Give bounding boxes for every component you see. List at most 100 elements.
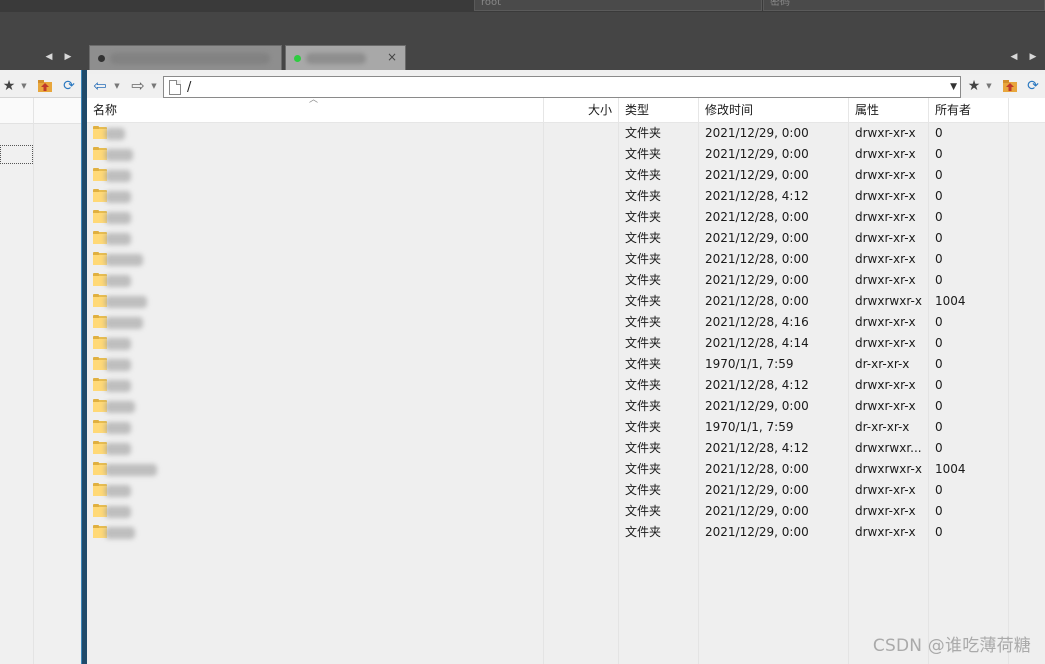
file-attributes: drwxrwxr-x bbox=[855, 294, 922, 308]
file-modified: 2021/12/28, 4:14 bbox=[705, 336, 809, 350]
file-row[interactable]: 文件夹 2021/12/29, 0:00 drwxr-xr-x 0 bbox=[87, 480, 1045, 501]
file-row[interactable]: 文件夹 2021/12/28, 0:00 drwxr-xr-x 0 bbox=[87, 249, 1045, 270]
file-owner: 0 bbox=[935, 189, 943, 203]
file-type: 文件夹 bbox=[625, 189, 662, 203]
file-row[interactable]: 文件夹 2021/12/28, 0:00 drwxr-xr-x 0 bbox=[87, 207, 1045, 228]
file-owner: 1004 bbox=[935, 294, 966, 308]
file-owner: 0 bbox=[935, 126, 943, 140]
file-row[interactable]: 文件夹 2021/12/28, 4:12 drwxr-xr-x 0 bbox=[87, 375, 1045, 396]
close-icon[interactable]: × bbox=[387, 50, 397, 64]
file-type: 文件夹 bbox=[625, 357, 662, 371]
file-attributes: drwxr-xr-x bbox=[855, 378, 916, 392]
file-row[interactable]: 文件夹 2021/12/28, 4:12 drwxr-xr-x 0 bbox=[87, 186, 1045, 207]
file-type: 文件夹 bbox=[625, 315, 662, 329]
star-icon[interactable]: ★ bbox=[1, 78, 17, 94]
column-header-owner[interactable]: 所有者 bbox=[929, 98, 1009, 123]
file-attributes: drwxr-xr-x bbox=[855, 126, 916, 140]
file-modified: 2021/12/29, 0:00 bbox=[705, 126, 809, 140]
file-type: 文件夹 bbox=[625, 483, 662, 497]
file-attributes: drwxr-xr-x bbox=[855, 483, 916, 497]
file-name-redacted bbox=[105, 359, 131, 371]
file-row[interactable]: 文件夹 2021/12/28, 0:00 drwxrwxr-x 1004 bbox=[87, 459, 1045, 480]
file-type: 文件夹 bbox=[625, 126, 662, 140]
file-row[interactable]: 文件夹 2021/12/29, 0:00 drwxr-xr-x 0 bbox=[87, 270, 1045, 291]
file-type: 文件夹 bbox=[625, 399, 662, 413]
file-owner: 0 bbox=[935, 336, 943, 350]
column-header-attributes[interactable]: 属性 bbox=[849, 98, 929, 123]
file-owner: 0 bbox=[935, 441, 943, 455]
file-modified: 2021/12/29, 0:00 bbox=[705, 231, 809, 245]
column-divider bbox=[33, 98, 34, 664]
folder-up-icon[interactable] bbox=[1002, 78, 1018, 94]
file-modified: 2021/12/29, 0:00 bbox=[705, 525, 809, 539]
chevron-down-icon[interactable]: ▼ bbox=[950, 82, 957, 92]
file-name-redacted bbox=[105, 275, 131, 287]
forward-arrow-icon[interactable]: ⇨ bbox=[130, 78, 146, 94]
file-attributes: drwxr-xr-x bbox=[855, 210, 916, 224]
file-row[interactable]: 文件夹 2021/12/29, 0:00 drwxr-xr-x 0 bbox=[87, 396, 1045, 417]
column-header-type[interactable]: 类型 bbox=[619, 98, 699, 123]
file-attributes: dr-xr-xr-x bbox=[855, 357, 910, 371]
file-name-redacted bbox=[105, 191, 131, 203]
file-attributes: drwxr-xr-x bbox=[855, 315, 916, 329]
file-name-redacted bbox=[105, 380, 131, 392]
column-header-name[interactable]: 名称 bbox=[87, 98, 544, 123]
file-type: 文件夹 bbox=[625, 252, 662, 266]
folder-up-icon[interactable] bbox=[37, 78, 53, 94]
file-modified: 2021/12/28, 0:00 bbox=[705, 294, 809, 308]
tab-scroll-right-icon[interactable]: ▶ bbox=[62, 51, 74, 63]
file-row[interactable]: 文件夹 1970/1/1, 7:59 dr-xr-xr-x 0 bbox=[87, 417, 1045, 438]
refresh-icon[interactable]: ⟳ bbox=[61, 78, 77, 94]
file-modified: 2021/12/29, 0:00 bbox=[705, 273, 809, 287]
file-name-redacted bbox=[105, 527, 135, 539]
file-list-header: ︿ 名称 大小 类型 修改时间 属性 所有者 bbox=[87, 95, 1045, 123]
file-modified: 2021/12/28, 4:16 bbox=[705, 315, 809, 329]
file-row[interactable]: 文件夹 2021/12/29, 0:00 drwxr-xr-x 0 bbox=[87, 501, 1045, 522]
column-header-modified[interactable]: 修改时间 bbox=[699, 98, 849, 123]
tab-scroll-left-icon[interactable]: ◀ bbox=[43, 51, 55, 63]
back-arrow-icon[interactable]: ⇦ bbox=[92, 78, 108, 94]
chevron-down-icon[interactable]: ▼ bbox=[150, 81, 158, 91]
file-row[interactable]: 文件夹 1970/1/1, 7:59 dr-xr-xr-x 0 bbox=[87, 354, 1045, 375]
file-owner: 0 bbox=[935, 315, 943, 329]
file-owner: 0 bbox=[935, 378, 943, 392]
file-attributes: drwxr-xr-x bbox=[855, 504, 916, 518]
chevron-down-icon[interactable]: ▼ bbox=[20, 81, 28, 91]
refresh-icon[interactable]: ⟳ bbox=[1025, 78, 1041, 94]
file-type: 文件夹 bbox=[625, 441, 662, 455]
file-row[interactable]: 文件夹 2021/12/29, 0:00 drwxr-xr-x 0 bbox=[87, 144, 1045, 165]
file-row[interactable]: 文件夹 2021/12/29, 0:00 drwxr-xr-x 0 bbox=[87, 522, 1045, 543]
file-modified: 2021/12/29, 0:00 bbox=[705, 483, 809, 497]
star-icon[interactable]: ★ bbox=[966, 78, 982, 94]
file-row[interactable]: 文件夹 2021/12/29, 0:00 drwxr-xr-x 0 bbox=[87, 228, 1045, 249]
tab-label-redacted bbox=[110, 53, 270, 64]
local-selected-item[interactable] bbox=[0, 145, 33, 164]
column-header-size[interactable]: 大小 bbox=[544, 98, 619, 123]
path-input[interactable]: / ▼ bbox=[163, 76, 961, 98]
chevron-down-icon[interactable]: ▼ bbox=[113, 81, 121, 91]
file-type: 文件夹 bbox=[625, 525, 662, 539]
file-modified: 2021/12/29, 0:00 bbox=[705, 504, 809, 518]
chevron-down-icon[interactable]: ▼ bbox=[985, 81, 993, 91]
file-row[interactable]: 文件夹 2021/12/28, 4:14 drwxr-xr-x 0 bbox=[87, 333, 1045, 354]
tab-scroll-right-icon[interactable]: ▶ bbox=[1027, 51, 1039, 63]
file-row[interactable]: 文件夹 2021/12/28, 4:16 drwxr-xr-x 0 bbox=[87, 312, 1045, 333]
file-row[interactable]: 文件夹 2021/12/29, 0:00 drwxr-xr-x 0 bbox=[87, 123, 1045, 144]
watermark: CSDN @谁吃薄荷糖 bbox=[872, 636, 1031, 656]
file-modified: 2021/12/28, 4:12 bbox=[705, 189, 809, 203]
file-row[interactable]: 文件夹 2021/12/28, 0:00 drwxrwxr-x 1004 bbox=[87, 291, 1045, 312]
tab-session-2[interactable]: × bbox=[285, 45, 406, 70]
file-name-redacted bbox=[105, 128, 125, 140]
file-owner: 0 bbox=[935, 420, 943, 434]
file-row[interactable]: 文件夹 2021/12/28, 4:12 drwxrwxr... 0 bbox=[87, 438, 1045, 459]
file-type: 文件夹 bbox=[625, 147, 662, 161]
file-owner: 0 bbox=[935, 168, 943, 182]
tab-session-1[interactable] bbox=[89, 45, 282, 70]
path-text: / bbox=[187, 80, 192, 95]
username-field[interactable]: root bbox=[474, 0, 762, 11]
password-field[interactable]: 密码 bbox=[763, 0, 1045, 11]
file-attributes: drwxr-xr-x bbox=[855, 273, 916, 287]
file-row[interactable]: 文件夹 2021/12/29, 0:00 drwxr-xr-x 0 bbox=[87, 165, 1045, 186]
file-name-redacted bbox=[105, 443, 131, 455]
tab-scroll-left-icon[interactable]: ◀ bbox=[1008, 51, 1020, 63]
